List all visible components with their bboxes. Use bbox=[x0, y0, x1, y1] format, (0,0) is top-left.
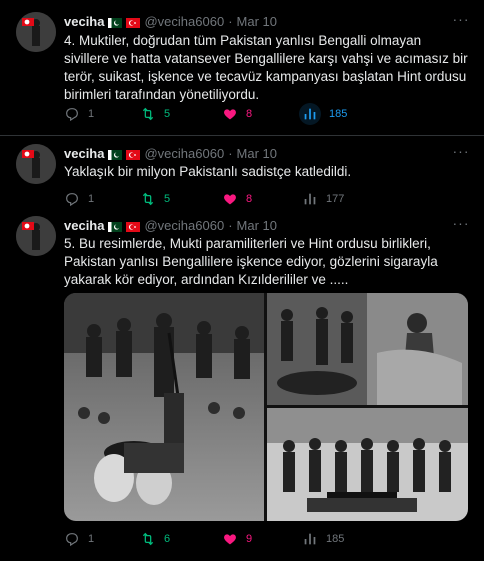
media-photo-1[interactable] bbox=[64, 293, 264, 521]
tweet-1[interactable]: veciha @veciha6060 · Mar 10 ··· 4. Mukti… bbox=[0, 0, 484, 136]
more-icon[interactable]: ··· bbox=[452, 12, 470, 30]
views-button[interactable]: 177 bbox=[302, 190, 344, 208]
separator-dot: · bbox=[228, 145, 233, 161]
like-button[interactable]: 8 bbox=[222, 190, 252, 208]
pakistan-flag-icon bbox=[108, 16, 123, 28]
view-count: 185 bbox=[326, 533, 345, 545]
tweet-text: 4. Muktiler, doğrudan tüm Pakistan yanlı… bbox=[64, 33, 468, 102]
retweet-icon bbox=[142, 532, 154, 546]
heart-icon bbox=[224, 109, 236, 120]
reply-icon bbox=[66, 193, 78, 207]
heart-icon bbox=[224, 194, 236, 205]
analytics-icon bbox=[304, 533, 316, 545]
reply-count: 1 bbox=[88, 193, 95, 205]
tweet-header: veciha @veciha6060 · Mar 10 bbox=[64, 144, 277, 162]
action-bar: 1 6 9 185 bbox=[64, 530, 474, 548]
views-button[interactable]: 185 bbox=[302, 530, 344, 548]
tweet-header: veciha @veciha6060 · Mar 10 bbox=[64, 216, 277, 234]
avatar[interactable] bbox=[16, 12, 56, 52]
tweet-text: 5. Bu resimlerde, Mukti paramiliterleri … bbox=[64, 236, 438, 287]
reply-button[interactable]: 1 bbox=[64, 530, 94, 548]
tweet-date[interactable]: Mar 10 bbox=[237, 146, 277, 161]
analytics-icon bbox=[304, 108, 316, 120]
handle[interactable]: @veciha6060 bbox=[144, 146, 224, 161]
more-icon[interactable]: ··· bbox=[452, 144, 470, 162]
reply-button[interactable]: 1 bbox=[64, 105, 94, 123]
display-name[interactable]: veciha bbox=[64, 218, 104, 233]
reply-button[interactable]: 1 bbox=[64, 190, 94, 208]
avatar[interactable] bbox=[16, 216, 56, 256]
more-icon[interactable]: ··· bbox=[452, 216, 470, 234]
heart-icon bbox=[224, 534, 236, 545]
action-bar: 1 5 8 185 bbox=[64, 103, 474, 125]
retweet-icon bbox=[142, 107, 154, 121]
separator-dot: · bbox=[228, 13, 233, 29]
tweet-2[interactable]: veciha @veciha6060 · Mar 10 ··· Yaklaşık… bbox=[0, 136, 484, 208]
separator-dot: · bbox=[228, 217, 233, 233]
handle[interactable]: @veciha6060 bbox=[144, 218, 224, 233]
action-bar: 1 5 8 177 bbox=[64, 190, 474, 208]
reply-count: 1 bbox=[88, 533, 95, 545]
retweet-button[interactable]: 6 bbox=[140, 530, 170, 548]
like-button[interactable]: 8 bbox=[222, 105, 252, 123]
retweet-count: 6 bbox=[164, 533, 171, 545]
pakistan-flag-icon bbox=[108, 220, 123, 232]
tweet-date[interactable]: Mar 10 bbox=[237, 14, 277, 29]
handle[interactable]: @veciha6060 bbox=[144, 14, 224, 29]
display-name[interactable]: veciha bbox=[64, 146, 104, 161]
like-button[interactable]: 9 bbox=[222, 530, 252, 548]
analytics-icon bbox=[304, 193, 316, 205]
like-count: 8 bbox=[246, 108, 253, 120]
display-name[interactable]: veciha bbox=[64, 14, 104, 29]
media-photo-3[interactable] bbox=[267, 408, 468, 521]
turkey-flag-icon bbox=[126, 220, 141, 232]
reply-icon bbox=[66, 533, 78, 547]
avatar[interactable] bbox=[16, 144, 56, 184]
media-photo-2[interactable] bbox=[267, 293, 468, 405]
retweet-count: 5 bbox=[164, 193, 171, 205]
view-count: 185 bbox=[329, 108, 348, 120]
like-count: 9 bbox=[246, 533, 253, 545]
turkey-flag-icon bbox=[126, 16, 141, 28]
retweet-button[interactable]: 5 bbox=[140, 190, 170, 208]
tweet-date[interactable]: Mar 10 bbox=[237, 218, 277, 233]
reply-count: 1 bbox=[88, 108, 95, 120]
retweet-button[interactable]: 5 bbox=[140, 105, 170, 123]
view-count: 177 bbox=[326, 193, 345, 205]
tweet-3[interactable]: veciha @veciha6060 · Mar 10 ··· 5. Bu re… bbox=[0, 208, 484, 561]
turkey-flag-icon bbox=[126, 148, 141, 160]
retweet-count: 5 bbox=[164, 108, 171, 120]
pakistan-flag-icon bbox=[108, 148, 123, 160]
tweet-header: veciha @veciha6060 · Mar 10 bbox=[64, 12, 277, 30]
media-grid bbox=[64, 293, 468, 521]
like-count: 8 bbox=[246, 193, 253, 205]
tweet-text: Yaklaşık bir milyon Pakistanlı sadistçe … bbox=[64, 164, 352, 179]
views-button[interactable]: 185 bbox=[299, 103, 348, 125]
retweet-icon bbox=[142, 192, 154, 206]
reply-icon bbox=[66, 108, 78, 122]
